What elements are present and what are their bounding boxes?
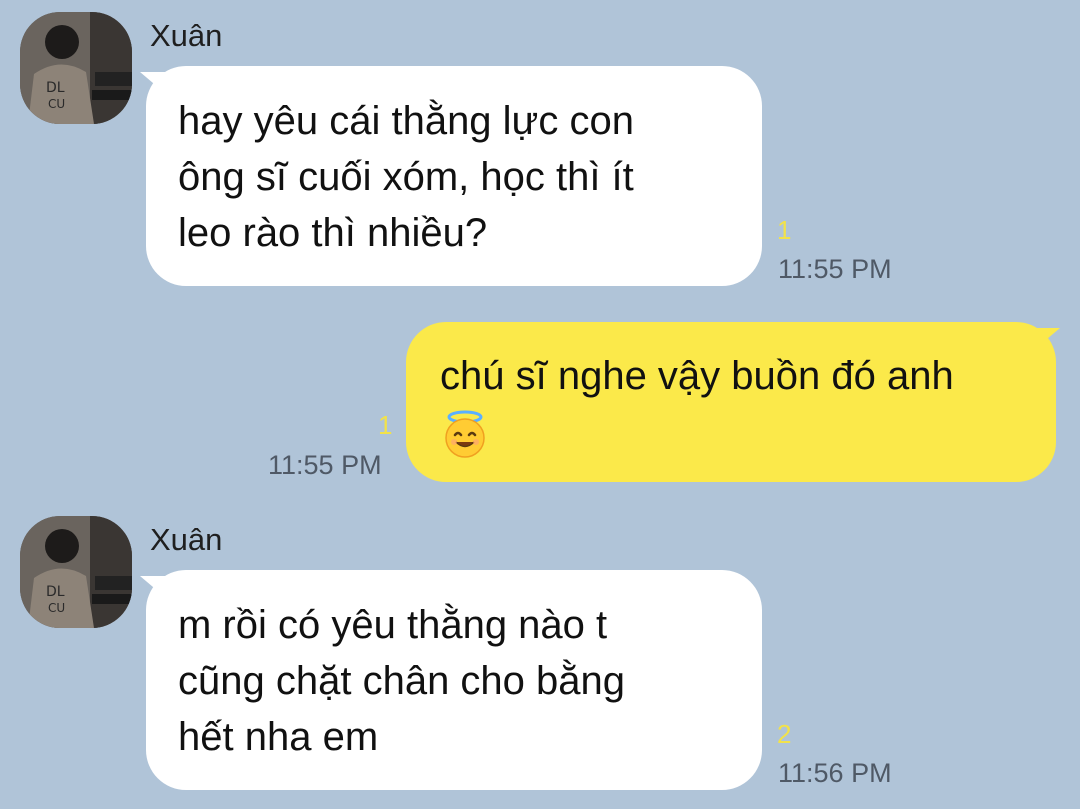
read-count: 1 bbox=[777, 215, 792, 245]
avatar-photo-icon: DL CU bbox=[20, 516, 132, 628]
sender-name: Xuân bbox=[150, 18, 223, 53]
message-line: leo rào thì nhiều? bbox=[178, 211, 488, 255]
message-bubble-incoming[interactable]: hay yêu cái thằng lực con ông sĩ cuối xó… bbox=[146, 66, 762, 286]
read-count: 2 bbox=[777, 719, 792, 749]
svg-text:CU: CU bbox=[48, 97, 65, 111]
bubble-tail bbox=[1034, 328, 1060, 350]
message-line: m rồi có yêu thằng nào t bbox=[178, 603, 608, 647]
message-line: ông sĩ cuối xóm, học thì ít bbox=[178, 155, 634, 199]
svg-text:DL: DL bbox=[46, 80, 65, 96]
sender-name: Xuân bbox=[150, 522, 223, 557]
message-bubble-incoming[interactable]: m rồi có yêu thằng nào t cũng chặt chân … bbox=[146, 570, 762, 790]
timestamp: 11:55 PM bbox=[778, 254, 892, 284]
timestamp: 11:56 PM bbox=[778, 758, 892, 788]
emoji-line bbox=[440, 404, 1056, 464]
message-line: hết nha em bbox=[178, 715, 379, 759]
message-bubble-outgoing[interactable]: chú sĩ nghe vậy buồn đó anh bbox=[406, 322, 1056, 482]
svg-text:CU: CU bbox=[48, 601, 65, 615]
message-line: cũng chặt chân cho bằng bbox=[178, 659, 626, 703]
sender-avatar[interactable]: DL CU bbox=[20, 516, 132, 628]
sender-avatar[interactable]: DL CU bbox=[20, 12, 132, 124]
message-line: hay yêu cái thằng lực con bbox=[178, 99, 634, 143]
message-line: chú sĩ nghe vậy buồn đó anh bbox=[440, 354, 954, 398]
smiling-face-with-halo-icon bbox=[445, 410, 485, 459]
avatar-photo-icon: DL CU bbox=[20, 12, 132, 124]
timestamp: 11:55 PM bbox=[268, 450, 382, 480]
read-count: 1 bbox=[378, 410, 393, 440]
svg-text:DL: DL bbox=[46, 584, 65, 600]
